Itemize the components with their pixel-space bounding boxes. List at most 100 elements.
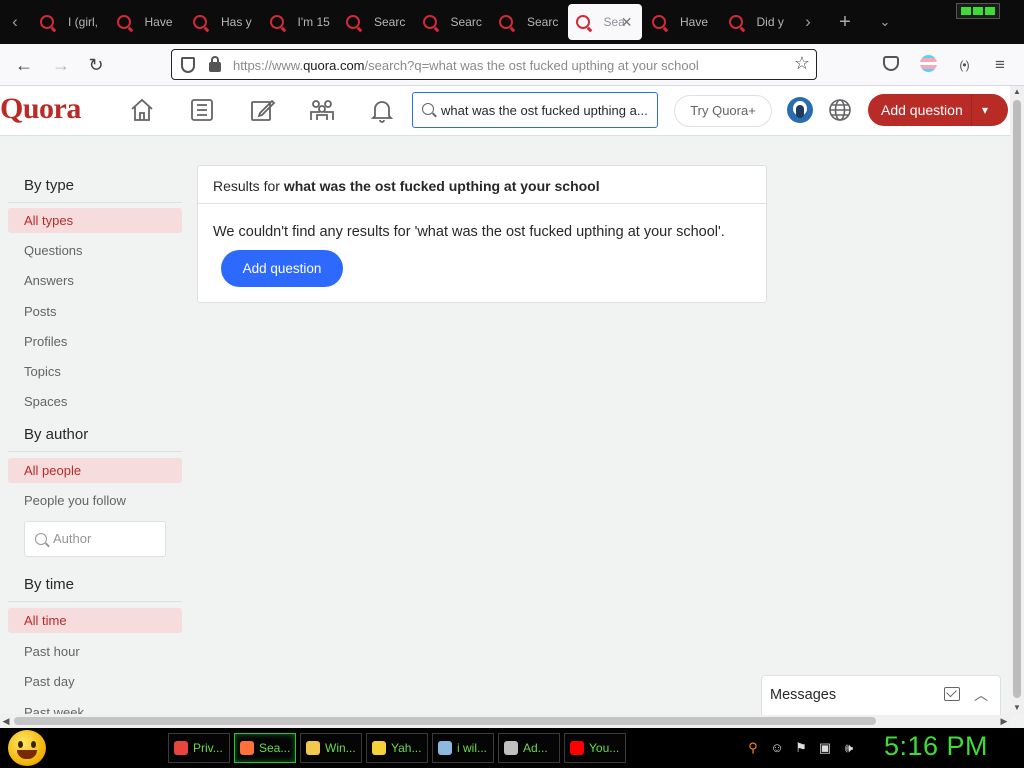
try-quora-plus-button[interactable]: Try Quora+	[674, 95, 772, 127]
browser-tab-label: Has y	[221, 15, 252, 29]
browser-tab[interactable]: Did y	[721, 4, 795, 40]
reload-button[interactable]: ↻	[82, 52, 110, 78]
author-field[interactable]	[53, 531, 153, 546]
taskbar-clock[interactable]: 5:16 PM	[884, 731, 988, 762]
results-heading: Results for what was the ost fucked upth…	[198, 166, 766, 204]
compose-message-icon[interactable]	[944, 687, 960, 701]
filter-option-people-you-follow[interactable]: People you follow	[8, 488, 182, 513]
browser-tab[interactable]: Searc	[415, 4, 489, 40]
home-icon[interactable]	[128, 96, 158, 126]
filter-option-all-people[interactable]: All people	[8, 458, 182, 483]
browser-tab[interactable]: I'm 15	[262, 4, 336, 40]
filter-option-profiles[interactable]: Profiles	[8, 329, 182, 354]
address-bar[interactable]: https://www.quora.com/search?q=what was …	[171, 49, 817, 80]
messages-dock[interactable]: Messages ︿	[761, 675, 1001, 715]
taskbar-task-label: Sea...	[259, 741, 291, 755]
following-icon[interactable]	[188, 96, 218, 126]
horizontal-scroll-thumb[interactable]	[14, 717, 876, 725]
new-tab-icon[interactable]: +	[832, 4, 858, 40]
browser-tab[interactable]: Have	[644, 4, 718, 40]
taskbar-task-button[interactable]: i wil...	[432, 733, 494, 763]
browser-tab[interactable]: Sea ✕	[567, 4, 642, 40]
filter-option-spaces[interactable]: Spaces	[8, 389, 182, 414]
browser-tab[interactable]: Searc	[491, 4, 565, 40]
bookmark-star-icon[interactable]: ☆	[794, 53, 810, 74]
taskbar-task-button[interactable]: Yah...	[366, 733, 428, 763]
scroll-up-arrow-icon[interactable]: ▲	[1010, 86, 1024, 98]
quora-favicon-icon	[499, 15, 513, 29]
browser-tab[interactable]: Has y	[185, 4, 259, 40]
network-tray-icon[interactable]: ▣	[817, 740, 833, 756]
search-icon	[35, 533, 47, 545]
action-center-flag-icon[interactable]: ⚑	[793, 740, 809, 756]
filter-option-posts[interactable]: Posts	[8, 299, 182, 324]
add-question-button[interactable]: Add question ▾	[868, 94, 1008, 126]
lock-icon[interactable]	[209, 56, 221, 72]
browser-tab-label: Have	[680, 15, 709, 29]
filter-option-past-day[interactable]: Past day	[8, 669, 182, 694]
back-button[interactable]: ←	[10, 52, 38, 78]
vertical-scroll-thumb[interactable]	[1013, 100, 1021, 698]
chevron-down-icon[interactable]: ▾	[982, 94, 988, 126]
filter-heading-by-time: By time	[24, 576, 75, 593]
taskbar-task-button[interactable]: Priv...	[168, 733, 230, 763]
scroll-down-arrow-icon[interactable]: ▼	[1010, 702, 1024, 714]
chrome-icon	[174, 741, 188, 755]
taskbar-task-label: Win...	[325, 741, 356, 755]
browser-tab[interactable]: Have	[109, 4, 183, 40]
quora-logo[interactable]: Quora	[0, 92, 81, 126]
add-question-label: Add question	[881, 102, 963, 118]
pocket-icon[interactable]	[883, 56, 899, 71]
filter-option-past-hour[interactable]: Past hour	[8, 639, 182, 664]
taskbar-task-button[interactable]: Ad...	[498, 733, 560, 763]
quora-favicon-icon	[269, 15, 284, 29]
messages-label[interactable]: Messages	[770, 687, 836, 703]
scroll-right-arrow-icon[interactable]: ▶	[998, 714, 1010, 728]
add-question-cta-button[interactable]: Add question	[221, 250, 343, 287]
forward-button[interactable]: →	[47, 52, 75, 78]
taskbar-task-button[interactable]: Win...	[300, 733, 362, 763]
filter-option-all-time[interactable]: All time	[8, 608, 182, 633]
browser-tab-label: Searc	[527, 15, 559, 29]
quora-header: Quora what was the ost fucked upthing a.…	[0, 86, 1010, 136]
menu-hamburger-icon[interactable]: ≡	[988, 53, 1012, 77]
filter-option-answers[interactable]: Answers	[8, 268, 182, 293]
author-filter-input[interactable]	[24, 521, 166, 557]
chevron-up-icon[interactable]: ︿	[974, 685, 988, 705]
browser-tab-label: Have	[144, 15, 173, 29]
browser-tab-label: I'm 15	[297, 15, 330, 29]
horizontal-scrollbar[interactable]: ◀ ▶	[0, 714, 1010, 728]
profile-flag-icon[interactable]	[920, 55, 937, 72]
volume-speaker-icon[interactable]: 🕪	[841, 740, 857, 756]
quora-favicon-icon	[652, 15, 666, 29]
avatar[interactable]	[787, 97, 813, 123]
list-all-tabs-icon[interactable]: ⌄	[874, 4, 896, 40]
url-text[interactable]: https://www.quora.com/search?q=what was …	[233, 58, 699, 73]
close-tab-icon[interactable]: ✕	[621, 4, 633, 40]
vertical-scrollbar[interactable]: ▲ ▼	[1010, 86, 1024, 714]
filter-option-past-week[interactable]: Past week	[8, 700, 182, 715]
folder-icon	[306, 741, 320, 755]
taskbar-task-button[interactable]: You...	[564, 733, 626, 763]
browser-tab[interactable]: I (girl,	[32, 4, 106, 40]
language-globe-icon[interactable]	[827, 97, 853, 123]
taskbar-task-button[interactable]: Sea...	[234, 733, 296, 763]
yahoo-smiley-icon	[372, 741, 386, 755]
notifications-bell-icon[interactable]	[368, 96, 398, 126]
filter-option-all-types[interactable]: All types	[8, 208, 182, 233]
scroll-tabs-right-icon[interactable]: ›	[796, 4, 820, 40]
filter-option-questions[interactable]: Questions	[8, 238, 182, 263]
scroll-tabs-left-icon[interactable]: ‹	[3, 4, 27, 40]
filter-option-topics[interactable]: Topics	[8, 359, 182, 384]
browser-tab[interactable]: Searc	[338, 4, 412, 40]
search-query-text[interactable]: what was the ost fucked upthing a...	[441, 103, 653, 118]
tracking-protection-icon[interactable]	[181, 57, 195, 73]
scroll-left-arrow-icon[interactable]: ◀	[0, 714, 12, 728]
search-tray-icon[interactable]: ⚲	[745, 740, 761, 756]
start-menu-smiley-icon[interactable]	[8, 730, 46, 766]
spaces-icon[interactable]	[308, 96, 338, 126]
extension-icon[interactable]: (•)	[952, 53, 976, 77]
quora-search-input[interactable]: what was the ost fucked upthing a...	[412, 92, 658, 128]
answer-icon[interactable]	[248, 96, 278, 126]
messenger-tray-icon[interactable]: ☺	[769, 740, 785, 756]
